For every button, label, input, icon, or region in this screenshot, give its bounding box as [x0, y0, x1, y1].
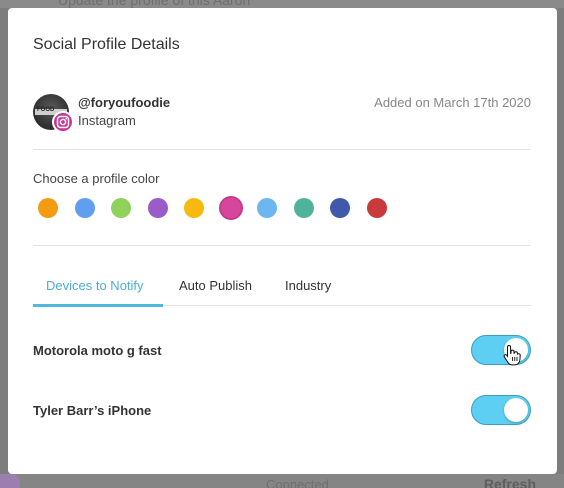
- color-swatch[interactable]: [184, 198, 204, 218]
- background-status-text: Connected: [266, 477, 329, 488]
- device-notify-toggle[interactable]: [471, 395, 531, 425]
- hand-cursor-icon: [503, 344, 521, 366]
- device-notify-toggle[interactable]: [471, 335, 531, 365]
- toggle-knob: [504, 398, 528, 422]
- background-avatar: [0, 474, 20, 488]
- profile-row: FOOD @foryoufoodie Instagram Added on Ma…: [33, 94, 531, 144]
- profile-platform: Instagram: [78, 113, 136, 128]
- tab-devices-to-notify[interactable]: Devices to Notify: [46, 278, 144, 306]
- color-swatch[interactable]: [38, 198, 58, 218]
- device-name: Motorola moto g fast: [33, 343, 162, 358]
- color-picker-label: Choose a profile color: [33, 171, 160, 186]
- tab-industry[interactable]: Industry: [285, 278, 331, 306]
- background-footer: Connected Refresh: [0, 474, 564, 488]
- modal-title: Social Profile Details: [33, 36, 180, 53]
- color-swatch[interactable]: [366, 198, 387, 218]
- tab-bar: Devices to Notify Auto Publish Industry: [33, 278, 531, 307]
- color-swatch[interactable]: [293, 198, 314, 218]
- color-swatch[interactable]: [218, 196, 243, 220]
- tab-auto-publish[interactable]: Auto Publish: [179, 278, 252, 306]
- active-tab-indicator: [33, 304, 163, 307]
- background-header: Update the profile of this Aaron: [0, 0, 564, 8]
- avatar-text: FOOD: [37, 107, 55, 113]
- profile-added-date: Added on March 17th 2020: [374, 95, 531, 110]
- divider: [33, 149, 531, 150]
- instagram-icon: [52, 111, 74, 133]
- background-refresh-link: Refresh: [483, 476, 536, 488]
- color-swatch[interactable]: [330, 198, 350, 218]
- social-profile-modal: Social Profile Details FOOD @foryoufoodi…: [8, 8, 557, 474]
- color-swatch[interactable]: [147, 198, 168, 218]
- profile-handle: @foryoufoodie: [78, 95, 171, 110]
- device-name: Tyler Barr’s iPhone: [33, 403, 152, 418]
- color-swatch[interactable]: [257, 198, 277, 218]
- background-header-text: Update the profile of this Aaron: [58, 0, 251, 8]
- divider: [33, 245, 531, 246]
- color-swatch[interactable]: [74, 198, 95, 218]
- color-swatch[interactable]: [111, 198, 131, 218]
